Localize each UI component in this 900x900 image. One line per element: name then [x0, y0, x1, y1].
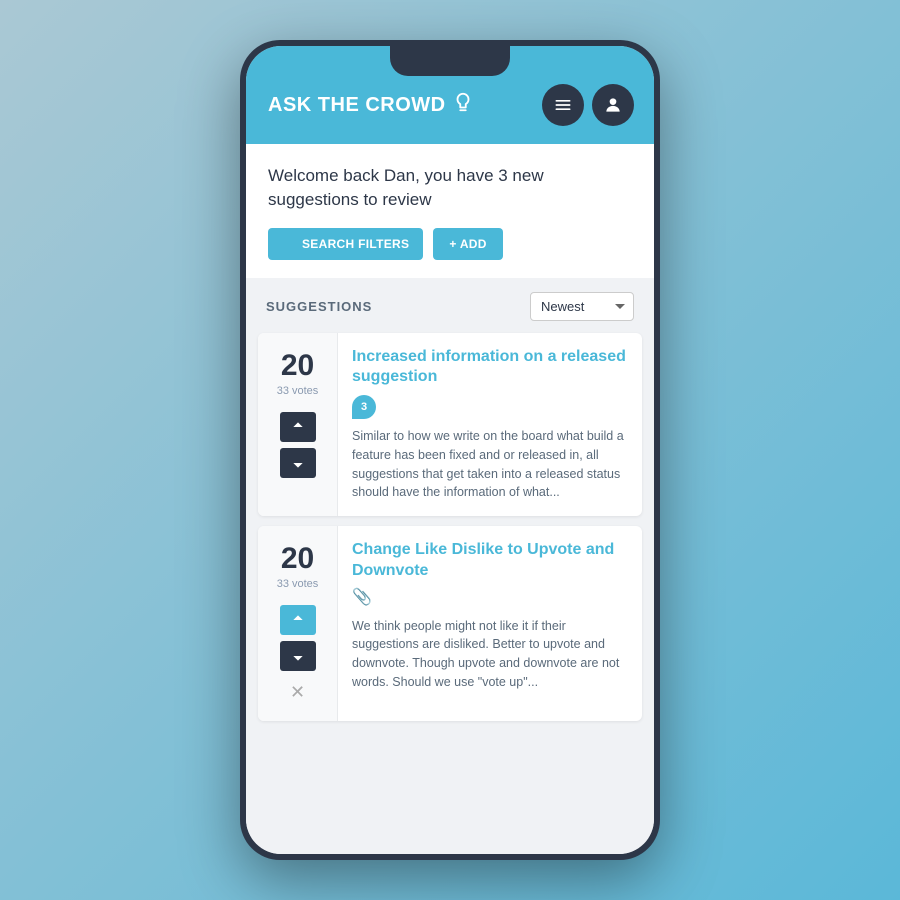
- card-content-2: Change Like Dislike to Upvote and Downvo…: [338, 526, 642, 721]
- vote-label-1: 33 votes: [277, 385, 319, 397]
- vote-panel-2: 20 33 votes ✕: [258, 526, 338, 721]
- header-buttons: [542, 84, 634, 126]
- downvote-button-2[interactable]: [280, 641, 316, 671]
- phone-container: ASK THE CROWD Welcome back Dan, you have…: [240, 40, 660, 860]
- card-body-2: We think people might not like it if the…: [352, 617, 628, 692]
- vote-count-2: 20: [281, 544, 314, 574]
- sort-select[interactable]: Newest Oldest Most Votes Least Votes: [530, 292, 634, 321]
- welcome-message: Welcome back Dan, you have 3 new suggest…: [268, 164, 632, 212]
- downvote-button-1[interactable]: [280, 448, 316, 478]
- search-filters-button[interactable]: SEARCH FILTERS: [268, 228, 423, 260]
- phone-notch: [390, 46, 510, 76]
- menu-button[interactable]: [542, 84, 584, 126]
- action-buttons: SEARCH FILTERS + ADD: [268, 228, 632, 260]
- phone-screen: ASK THE CROWD Welcome back Dan, you have…: [246, 46, 654, 854]
- suggestion-card-1: 20 33 votes Increased information on a r…: [258, 333, 642, 517]
- upvote-button-1[interactable]: [280, 412, 316, 442]
- suggestions-label: SUGGESTIONS: [266, 299, 372, 314]
- logo-area: ASK THE CROWD: [268, 91, 474, 119]
- card-title-1: Increased information on a released sugg…: [352, 347, 628, 420]
- user-button[interactable]: [592, 84, 634, 126]
- suggestions-header: SUGGESTIONS Newest Oldest Most Votes Lea…: [258, 278, 642, 333]
- card-body-1: Similar to how we write on the board wha…: [352, 427, 628, 502]
- lightbulb-icon: [452, 91, 474, 119]
- suggestions-section: SUGGESTIONS Newest Oldest Most Votes Lea…: [246, 278, 654, 854]
- attachment-icon-2: 📎: [352, 588, 372, 609]
- comment-badge-1: 3: [352, 395, 376, 419]
- vote-panel-1: 20 33 votes: [258, 333, 338, 517]
- vote-count-1: 20: [281, 351, 314, 381]
- vote-label-2: 33 votes: [277, 578, 319, 590]
- app-title: ASK THE CROWD: [268, 94, 446, 117]
- suggestion-card-2: 20 33 votes ✕ Change Like Dislike to Upv…: [258, 526, 642, 721]
- add-button[interactable]: + ADD: [433, 228, 502, 260]
- upvote-button-2[interactable]: [280, 605, 316, 635]
- card-title-2: Change Like Dislike to Upvote and Downvo…: [352, 540, 628, 608]
- welcome-section: Welcome back Dan, you have 3 new suggest…: [246, 144, 654, 278]
- delete-button-2[interactable]: ✕: [290, 682, 305, 703]
- card-content-1: Increased information on a released sugg…: [338, 333, 642, 517]
